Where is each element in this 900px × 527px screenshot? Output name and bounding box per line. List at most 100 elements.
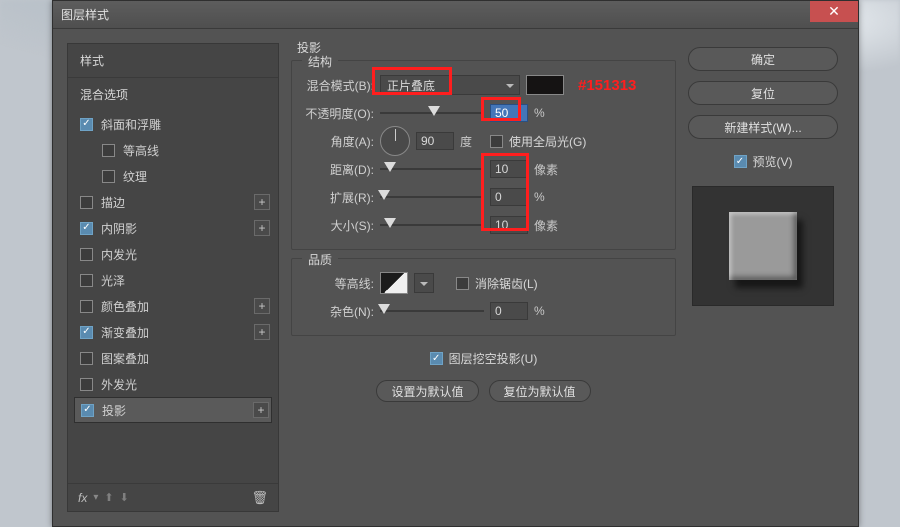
close-button[interactable]: ✕	[810, 1, 858, 22]
style-item[interactable]: 内发光	[68, 241, 278, 267]
noise-slider[interactable]	[380, 301, 484, 321]
antialias-checkbox[interactable]	[456, 277, 469, 290]
global-light-checkbox[interactable]	[490, 135, 503, 148]
knockout-label: 图层挖空投影(U)	[449, 350, 538, 367]
style-checkbox[interactable]	[80, 118, 93, 131]
preview-label: 预览(V)	[753, 153, 793, 170]
style-checkbox[interactable]	[80, 222, 93, 235]
quality-group: 品质 等高线: 消除锯齿(L) 杂色(N): 0 %	[291, 258, 676, 336]
global-light-label: 使用全局光(G)	[509, 133, 586, 150]
noise-unit: %	[534, 304, 545, 318]
add-effect-icon[interactable]: +	[253, 402, 269, 418]
sidebar-footer: fx ▾ ⬆ ⬇ 🗑	[68, 483, 278, 511]
style-label: 投影	[102, 402, 253, 419]
angle-label: 角度(A):	[304, 133, 374, 150]
angle-dial[interactable]	[380, 126, 410, 156]
new-style-button[interactable]: 新建样式(W)...	[688, 115, 838, 139]
style-checkbox[interactable]	[80, 326, 93, 339]
style-item[interactable]: 光泽	[68, 267, 278, 293]
distance-label: 距离(D):	[304, 161, 374, 178]
size-slider[interactable]	[380, 215, 484, 235]
contour-picker[interactable]	[380, 272, 408, 294]
style-item[interactable]: 图案叠加	[68, 345, 278, 371]
blend-mode-label: 混合模式(B):	[304, 77, 374, 94]
style-item[interactable]: 描边+	[68, 189, 278, 215]
style-checkbox[interactable]	[80, 248, 93, 261]
style-item[interactable]: 内阴影+	[68, 215, 278, 241]
move-up-icon[interactable]: ⬆	[104, 491, 113, 504]
style-label: 等高线	[123, 142, 270, 159]
style-item[interactable]: 纹理	[68, 163, 278, 189]
size-input[interactable]: 10	[490, 216, 528, 234]
add-effect-icon[interactable]: +	[254, 298, 270, 314]
move-down-icon[interactable]: ⬇	[120, 491, 129, 504]
opacity-label: 不透明度(O):	[304, 105, 374, 122]
size-unit: 像素	[534, 217, 558, 234]
style-checkbox[interactable]	[80, 274, 93, 287]
window-title: 图层样式	[61, 6, 109, 23]
style-checkbox[interactable]	[102, 170, 115, 183]
spread-input[interactable]: 0	[490, 188, 528, 206]
style-label: 描边	[101, 194, 254, 211]
style-label: 纹理	[123, 168, 270, 185]
noise-input[interactable]: 0	[490, 302, 528, 320]
style-label: 内阴影	[101, 220, 254, 237]
size-label: 大小(S):	[304, 217, 374, 234]
add-effect-icon[interactable]: +	[254, 324, 270, 340]
opacity-slider[interactable]	[380, 103, 484, 123]
spread-unit: %	[534, 190, 545, 204]
add-effect-icon[interactable]: +	[254, 220, 270, 236]
style-item[interactable]: 外发光	[68, 371, 278, 397]
blend-mode-dropdown[interactable]: 正片叠底	[380, 75, 520, 95]
style-label: 图案叠加	[101, 350, 270, 367]
distance-unit: 像素	[534, 161, 558, 178]
fx-icon[interactable]: fx	[78, 491, 87, 505]
make-default-button[interactable]: 设置为默认值	[376, 380, 478, 402]
angle-unit: 度	[460, 133, 472, 150]
layer-style-dialog: 图层样式 ✕ 样式 混合选项 斜面和浮雕等高线纹理描边+内阴影+内发光光泽颜色叠…	[52, 0, 859, 527]
knockout-checkbox[interactable]	[430, 352, 443, 365]
titlebar[interactable]: 图层样式 ✕	[53, 1, 858, 29]
spread-label: 扩展(R):	[304, 189, 374, 206]
style-checkbox[interactable]	[80, 300, 93, 313]
angle-input[interactable]: 90	[416, 132, 454, 150]
noise-label: 杂色(N):	[304, 303, 374, 320]
trash-icon[interactable]: 🗑	[251, 490, 268, 506]
annotation-hex: #151313	[578, 77, 636, 94]
style-item[interactable]: 斜面和浮雕	[68, 111, 278, 137]
color-swatch[interactable]	[526, 75, 564, 95]
style-checkbox[interactable]	[102, 144, 115, 157]
style-label: 斜面和浮雕	[101, 116, 270, 133]
style-checkbox[interactable]	[80, 196, 93, 209]
style-label: 颜色叠加	[101, 298, 254, 315]
style-checkbox[interactable]	[80, 378, 93, 391]
styles-sidebar: 样式 混合选项 斜面和浮雕等高线纹理描边+内阴影+内发光光泽颜色叠加+渐变叠加+…	[53, 29, 279, 526]
ok-button[interactable]: 确定	[688, 47, 838, 71]
style-item[interactable]: 渐变叠加+	[68, 319, 278, 345]
style-item[interactable]: 投影+	[74, 397, 272, 423]
structure-group: 结构 混合模式(B): 正片叠底 #151313 不透明度(O): 50 %	[291, 60, 676, 250]
opacity-input[interactable]: 50	[490, 104, 528, 122]
style-checkbox[interactable]	[80, 352, 93, 365]
style-item[interactable]: 等高线	[68, 137, 278, 163]
styles-header[interactable]: 样式	[68, 44, 278, 78]
quality-legend: 品质	[302, 251, 338, 268]
blend-options-header[interactable]: 混合选项	[68, 78, 278, 111]
distance-slider[interactable]	[380, 159, 484, 179]
settings-panel: 投影 结构 混合模式(B): 正片叠底 #151313 不透明度(O):	[279, 29, 686, 526]
action-column: 确定 复位 新建样式(W)... 预览(V)	[686, 29, 858, 526]
preview-checkbox[interactable]	[734, 155, 747, 168]
preview-swatch	[692, 186, 834, 306]
add-effect-icon[interactable]: +	[254, 194, 270, 210]
contour-dropdown[interactable]	[414, 273, 434, 293]
style-label: 内发光	[101, 246, 270, 263]
style-item[interactable]: 颜色叠加+	[68, 293, 278, 319]
style-checkbox[interactable]	[81, 404, 94, 417]
structure-legend: 结构	[302, 53, 338, 70]
reset-default-button[interactable]: 复位为默认值	[489, 380, 591, 402]
cancel-button[interactable]: 复位	[688, 81, 838, 105]
distance-input[interactable]: 10	[490, 160, 528, 178]
panel-title: 投影	[291, 39, 676, 60]
opacity-unit: %	[534, 106, 545, 120]
spread-slider[interactable]	[380, 187, 484, 207]
